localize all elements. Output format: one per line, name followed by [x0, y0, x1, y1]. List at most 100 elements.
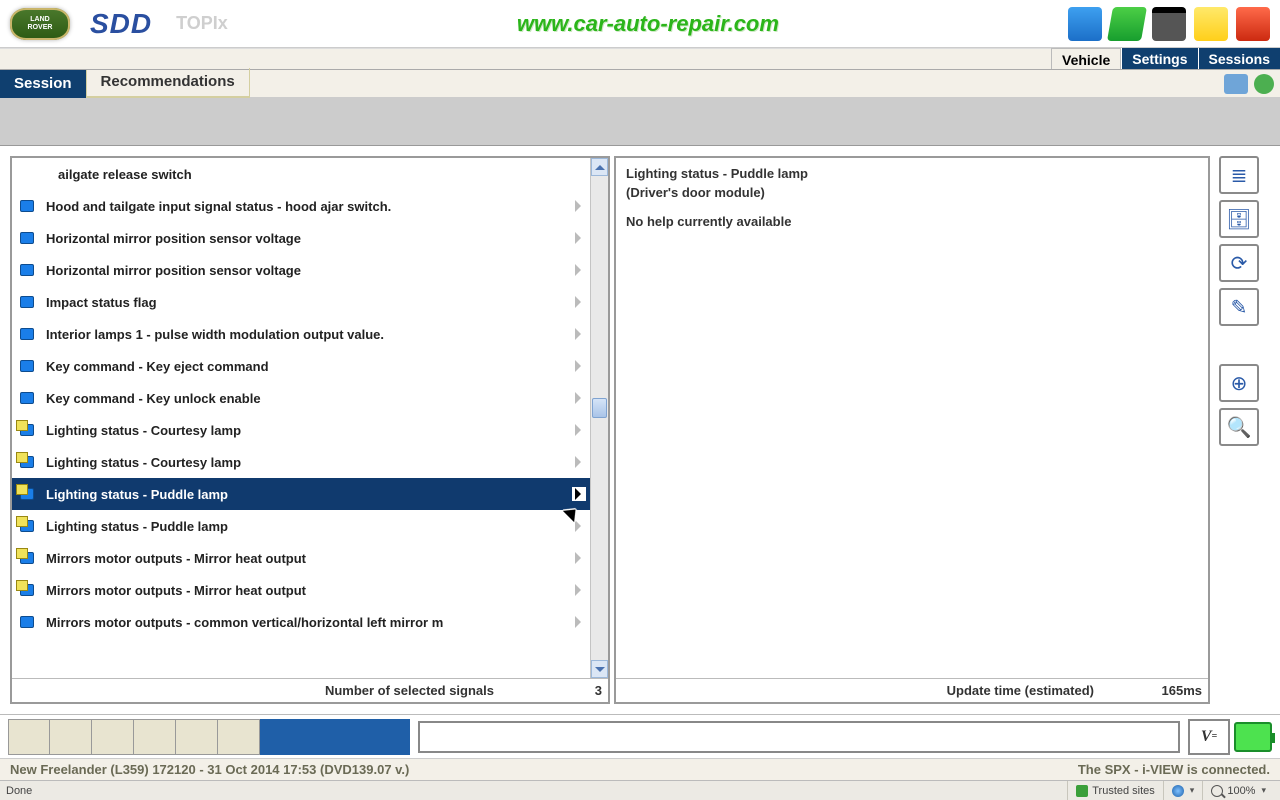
refresh-button[interactable]: ⟳	[1219, 244, 1259, 282]
connection-status: The SPX - i-VIEW is connected.	[1078, 762, 1270, 777]
chevron-right-icon[interactable]	[572, 551, 586, 565]
multi-signal-icon	[20, 424, 34, 436]
signal-label: Mirrors motor outputs - Mirror heat outp…	[46, 583, 568, 598]
selected-signals-value: 3	[502, 683, 602, 698]
scrollbar[interactable]	[590, 158, 608, 678]
signal-icon	[20, 264, 34, 276]
globe-icon	[1172, 785, 1184, 797]
signal-row[interactable]: Lighting status - Puddle lamp	[12, 510, 590, 542]
scroll-down-icon[interactable]	[591, 660, 608, 678]
zoom-icon	[1211, 785, 1223, 797]
signal-label: Impact status flag	[46, 295, 568, 310]
chevron-right-icon[interactable]	[572, 423, 586, 437]
zone-dropdown[interactable]	[1163, 781, 1203, 800]
tool-5-button[interactable]	[176, 719, 218, 755]
zoom-control[interactable]: 100%	[1202, 781, 1274, 800]
signal-icon	[20, 392, 34, 404]
tool-2-button[interactable]	[50, 719, 92, 755]
signal-icon	[20, 328, 34, 340]
chevron-right-icon[interactable]	[572, 295, 586, 309]
left-status-line: Number of selected signals 3	[12, 678, 608, 702]
camera-icon[interactable]	[1224, 74, 1248, 94]
signal-row[interactable]: Impact status flag	[12, 286, 590, 318]
signal-row[interactable]: Lighting status - Courtesy lamp	[12, 446, 590, 478]
chevron-right-icon[interactable]	[572, 327, 586, 341]
multi-signal-icon	[20, 552, 34, 564]
tool-1-button[interactable]	[8, 719, 50, 755]
gray-band	[0, 98, 1280, 146]
signal-row[interactable]: Mirrors motor outputs - common vertical/…	[12, 606, 590, 638]
security-zone[interactable]: Trusted sites	[1067, 781, 1163, 800]
extinguisher-icon[interactable]	[1236, 7, 1270, 41]
tool-3-button[interactable]	[92, 719, 134, 755]
chevron-right-icon[interactable]	[572, 583, 586, 597]
chevron-right-icon[interactable]	[572, 391, 586, 405]
update-time-value: 165ms	[1102, 683, 1202, 698]
tab-recommendations[interactable]: Recommendations	[87, 68, 250, 99]
chevron-right-icon[interactable]	[572, 263, 586, 277]
signal-label: ailgate release switch	[58, 167, 586, 182]
detail-title: Lighting status - Puddle lamp	[626, 166, 1198, 181]
chevron-right-icon[interactable]	[572, 231, 586, 245]
command-input[interactable]	[418, 721, 1180, 753]
signal-label: Interior lamps 1 - pulse width modulatio…	[46, 327, 568, 342]
signal-icon	[20, 360, 34, 372]
signal-row[interactable]: Mirrors motor outputs - Mirror heat outp…	[12, 574, 590, 606]
signal-label: Lighting status - Puddle lamp	[46, 487, 568, 502]
browser-status-bar: Done Trusted sites 100%	[0, 780, 1280, 800]
multi-signal-icon	[20, 520, 34, 532]
signal-row[interactable]: ailgate release switch	[12, 158, 590, 190]
scroll-up-icon[interactable]	[591, 158, 608, 176]
chevron-right-icon[interactable]	[572, 359, 586, 373]
signal-label: Mirrors motor outputs - Mirror heat outp…	[46, 551, 568, 566]
signal-label: Lighting status - Courtesy lamp	[46, 423, 568, 438]
cash-icon[interactable]	[1107, 7, 1147, 41]
signal-icon	[20, 296, 34, 308]
add-view-button[interactable]: ⊕	[1219, 364, 1259, 402]
detail-subtitle: (Driver's door module)	[626, 185, 1198, 200]
signal-row[interactable]: Mirrors motor outputs - Mirror heat outp…	[12, 542, 590, 574]
app-header: SDD TOPIx www.car-auto-repair.com	[0, 0, 1280, 48]
tab-vehicle[interactable]: Vehicle	[1051, 48, 1121, 69]
chevron-right-icon[interactable]	[572, 615, 586, 629]
signal-row[interactable]: Key command - Key eject command	[12, 350, 590, 382]
update-time-label: Update time (estimated)	[622, 683, 1102, 698]
signal-row[interactable]: Key command - Key unlock enable	[12, 382, 590, 414]
scroll-thumb[interactable]	[592, 398, 607, 418]
tab-sessions[interactable]: Sessions	[1198, 48, 1280, 69]
eraser-button[interactable]: ✎	[1219, 288, 1259, 326]
signal-label: Mirrors motor outputs - common vertical/…	[46, 615, 568, 630]
v-double-button[interactable]: V=	[1188, 719, 1230, 755]
signal-row[interactable]: Lighting status - Courtesy lamp	[12, 414, 590, 446]
signal-row[interactable]: Horizontal mirror position sensor voltag…	[12, 254, 590, 286]
tool-4-button[interactable]	[134, 719, 176, 755]
inspect-button[interactable]: 🔍	[1219, 408, 1259, 446]
signal-label: Horizontal mirror position sensor voltag…	[46, 231, 568, 246]
signal-row[interactable]: Lighting status - Puddle lamp	[12, 478, 590, 510]
tool-6-button[interactable]	[218, 719, 260, 755]
save-button[interactable]: 🗄	[1219, 200, 1259, 238]
tab-settings[interactable]: Settings	[1121, 48, 1197, 69]
primary-nav: Vehicle Settings Sessions	[0, 48, 1280, 70]
signal-label: Lighting status - Courtesy lamp	[46, 455, 568, 470]
notepad-icon[interactable]	[1152, 7, 1186, 41]
selected-signals-label: Number of selected signals	[18, 683, 502, 698]
chevron-right-icon[interactable]	[572, 519, 586, 533]
multi-signal-icon	[20, 456, 34, 468]
signal-row[interactable]: Hood and tailgate input signal status - …	[12, 190, 590, 222]
list-view-button[interactable]: ≣	[1219, 156, 1259, 194]
detail-panel: Lighting status - Puddle lamp (Driver's …	[614, 156, 1210, 704]
side-button-column: ≣ 🗄 ⟳ ✎ ⊕ 🔍	[1214, 156, 1264, 704]
right-status-line: Update time (estimated) 165ms	[616, 678, 1208, 702]
chevron-right-icon[interactable]	[572, 487, 586, 501]
signal-label: Key command - Key unlock enable	[46, 391, 568, 406]
signal-row[interactable]: Interior lamps 1 - pulse width modulatio…	[12, 318, 590, 350]
sticky-note-icon[interactable]	[1194, 7, 1228, 41]
chevron-right-icon[interactable]	[572, 199, 586, 213]
signal-icon	[20, 232, 34, 244]
tab-session[interactable]: Session	[0, 70, 87, 98]
signal-row[interactable]: Horizontal mirror position sensor voltag…	[12, 222, 590, 254]
monitor-icon[interactable]	[1068, 7, 1102, 41]
vehicle-session-info: New Freelander (L359) 172120 - 31 Oct 20…	[10, 762, 409, 777]
chevron-right-icon[interactable]	[572, 455, 586, 469]
